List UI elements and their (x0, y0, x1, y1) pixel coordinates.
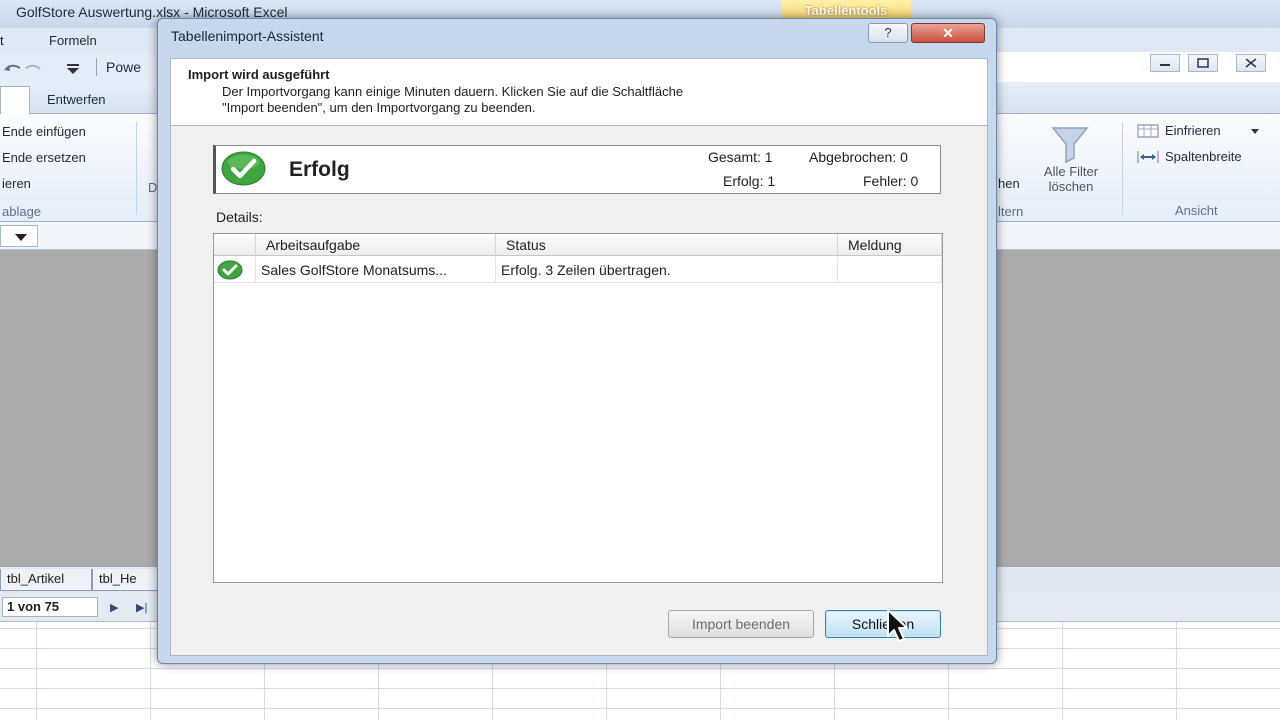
table-header: Arbeitsaufgabe Status Meldung (214, 234, 942, 256)
sheet-tab-he[interactable]: tbl_He (92, 569, 158, 591)
last-page-icon[interactable]: ▶| (136, 601, 147, 614)
quick-access-toolbar: Powe (0, 52, 170, 82)
ribbon-group-zwischenablage: ablage (2, 204, 42, 219)
ribbon-filter-partial[interactable]: hen (998, 176, 1020, 191)
page-indicator: 1 von 75 (2, 597, 98, 617)
ribbon-tab-formeln[interactable]: Formeln (49, 33, 97, 48)
status-summary: Erfolg Gesamt: 1 Abgebrochen: 0 Erfolg: … (213, 145, 941, 194)
column-header-icon (214, 234, 256, 256)
minimize-icon (1160, 64, 1170, 66)
mouse-cursor-icon (887, 609, 908, 642)
table-row[interactable]: Sales GolfStore Monatsums... Erfolg. 3 Z… (214, 257, 942, 283)
stat-gesamt: Gesamt: 1 (708, 149, 773, 165)
ribbon-tab-entwerfen[interactable]: Entwerfen (47, 92, 106, 107)
close-icon: ✕ (942, 25, 954, 41)
ribbon-separator (1122, 122, 1123, 214)
freeze-panes-button[interactable]: Einfrieren (1165, 123, 1221, 138)
ribbon-ende-ersetzen[interactable]: Ende ersetzen (2, 150, 86, 165)
ribbon-tab-partial[interactable]: t (0, 33, 4, 48)
close-icon (1245, 58, 1257, 68)
close-window-button[interactable] (1236, 54, 1266, 72)
qat-separator (96, 58, 97, 76)
row-task-cell: Sales GolfStore Monatsums... (256, 257, 496, 283)
excel-window-controls (1140, 52, 1280, 74)
dialog-header: Import wird ausgeführt Der Importvorgang… (170, 58, 988, 126)
dialog-close-button[interactable]: ✕ (911, 23, 985, 43)
column-width-button[interactable]: Spaltenbreite (1165, 149, 1242, 164)
ribbon-ende-einfuegen[interactable]: Ende einfügen (2, 124, 86, 139)
minimize-button[interactable] (1150, 54, 1180, 72)
clear-all-filters-button[interactable]: Alle Filter löschen (1032, 164, 1110, 194)
name-box[interactable] (0, 225, 38, 247)
ribbon-separator (136, 122, 137, 214)
chevron-down-icon (15, 234, 27, 241)
import-wizard-dialog: Tabellenimport-Assistent ? ✕ Import wird… (157, 18, 997, 664)
stat-erfolg: Erfolg: 1 (723, 173, 776, 189)
column-width-icon (1137, 151, 1159, 163)
success-check-icon (221, 151, 266, 186)
sheet-tab-artikel[interactable]: tbl_Artikel (0, 569, 92, 591)
restore-button[interactable] (1188, 54, 1218, 72)
header-title: Import wird ausgeführt (188, 67, 330, 82)
column-header-status[interactable]: Status (496, 234, 838, 256)
dialog-title: Tabellenimport-Assistent (171, 28, 324, 44)
dialog-body: Erfolg Gesamt: 1 Abgebrochen: 0 Erfolg: … (170, 126, 988, 656)
freeze-panes-icon (1137, 124, 1159, 138)
help-icon: ? (884, 25, 892, 40)
column-header-meldung[interactable]: Meldung (838, 234, 942, 256)
status-text: Erfolg (289, 158, 350, 181)
stat-abgebrochen: Abgebrochen: 0 (809, 149, 908, 165)
row-status-text-cell: Erfolg. 3 Zeilen übertragen. (496, 257, 838, 283)
row-status-cell (214, 257, 256, 283)
ribbon-group-partial: D (148, 180, 158, 195)
stat-fehler: Fehler: 0 (863, 173, 919, 189)
next-page-icon[interactable]: ▶ (110, 601, 118, 614)
redo-icon[interactable] (22, 62, 44, 74)
header-description: Der Importvorgang kann einige Minuten da… (222, 84, 684, 115)
restore-icon (1197, 58, 1209, 68)
details-label: Details: (216, 209, 263, 225)
details-table[interactable]: Arbeitsaufgabe Status Meldung Sales Golf… (213, 233, 943, 583)
success-check-icon (217, 260, 243, 280)
ribbon-group-ansicht: Ansicht (1175, 203, 1218, 218)
clear-filter-icon[interactable] (1047, 124, 1093, 164)
ribbon-kopieren[interactable]: ieren (2, 176, 31, 191)
chevron-down-icon[interactable] (1250, 128, 1260, 136)
help-button[interactable]: ? (868, 23, 908, 43)
qat-powerpivot-label[interactable]: Powe (106, 59, 141, 75)
ribbon-tab-active[interactable] (0, 86, 30, 114)
stop-import-button[interactable]: Import beenden (668, 610, 814, 638)
customize-qat-icon[interactable] (66, 64, 80, 74)
row-message-cell (838, 257, 942, 283)
column-header-arbeitsaufgabe[interactable]: Arbeitsaufgabe (256, 234, 496, 256)
ribbon-group-filtern: ltern (998, 204, 1024, 219)
